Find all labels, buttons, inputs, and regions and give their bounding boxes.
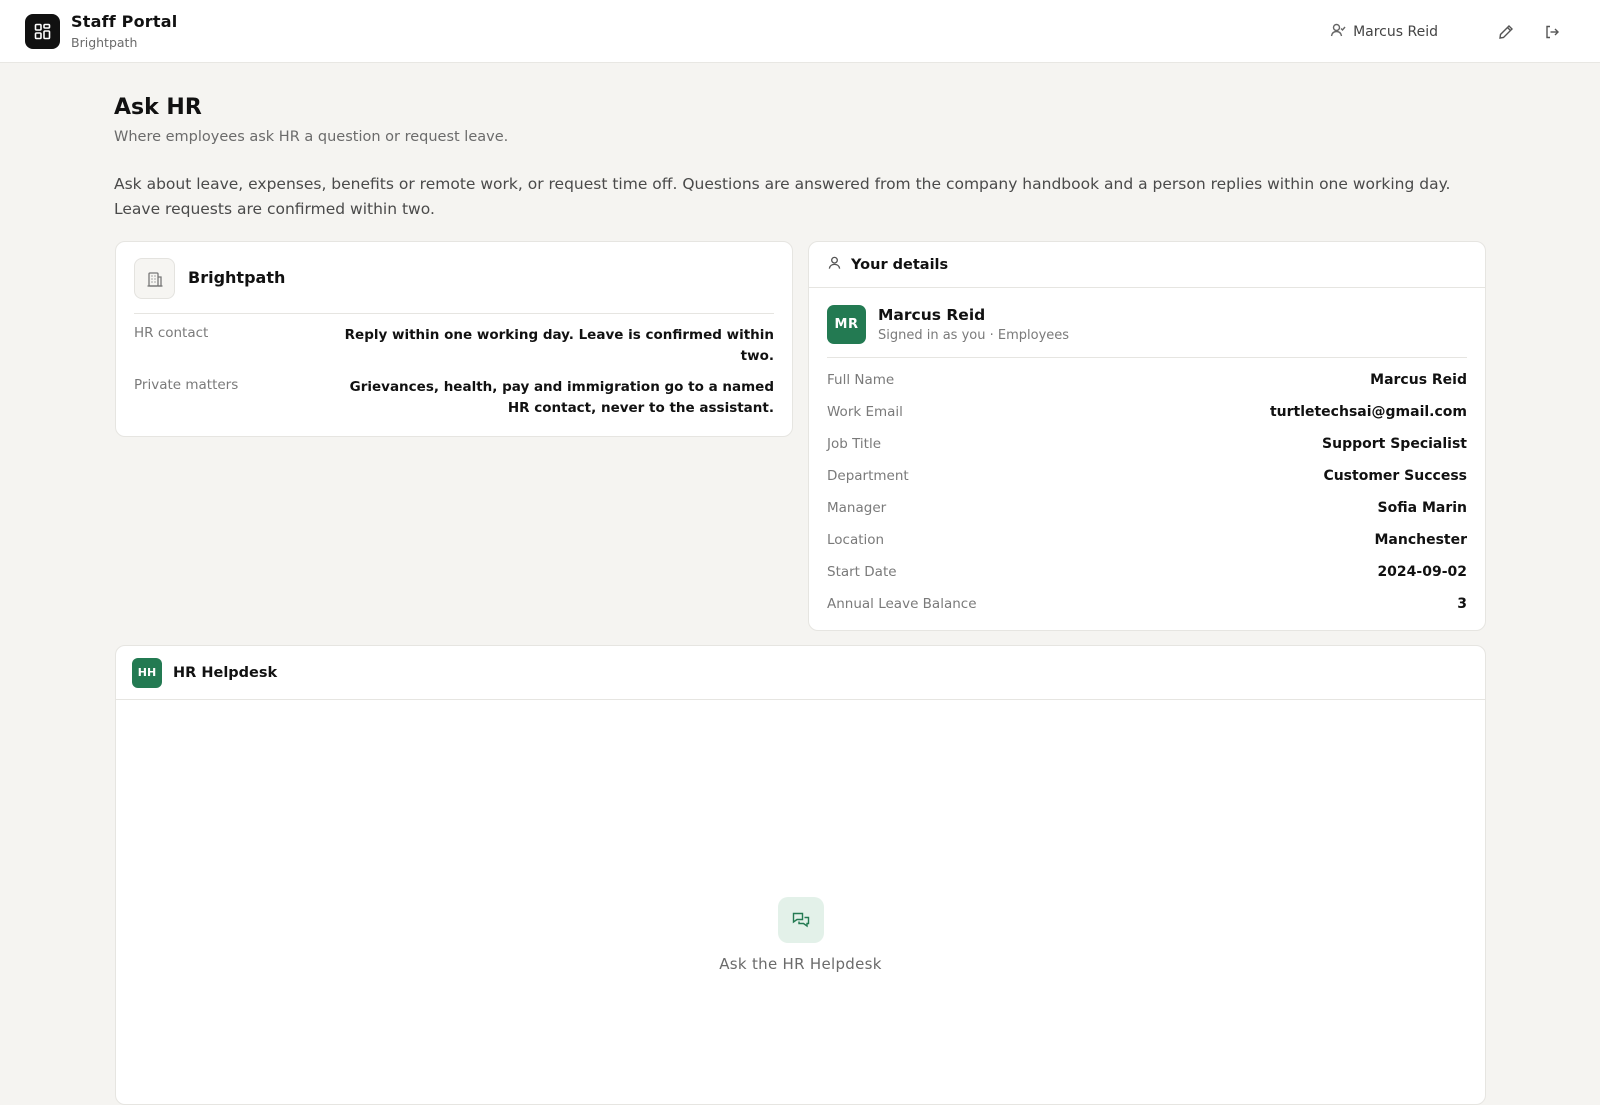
field-row-work-email: Work Email turtletechsai@gmail.com <box>827 398 1467 430</box>
field-value: Sofia Marin <box>1377 500 1467 516</box>
pencil-icon[interactable] <box>1494 20 1518 44</box>
field-row-manager: Manager Sofia Marin <box>827 494 1467 526</box>
divider <box>827 357 1467 358</box>
user-name: Marcus Reid <box>1353 24 1438 40</box>
organization-name: Brightpath <box>188 268 286 287</box>
empty-state-label: Ask the HR Helpdesk <box>719 955 882 973</box>
profile-name: Marcus Reid <box>878 306 986 324</box>
field-value: 2024-09-02 <box>1377 564 1467 580</box>
field-value: Support Specialist <box>1322 436 1467 452</box>
field-label: Department <box>827 468 909 484</box>
hr-helpdesk-panel: HH HR Helpdesk Ask the HR Helpdesk <box>115 645 1486 1105</box>
field-value: 3 <box>1457 596 1467 612</box>
field-row-full-name: Full Name Marcus Reid <box>827 366 1467 398</box>
user-icon <box>1330 22 1346 42</box>
field-label: Manager <box>827 500 887 516</box>
grid-icon[interactable] <box>25 14 60 49</box>
logout-icon[interactable] <box>1540 20 1564 44</box>
helpdesk-empty-state[interactable]: Ask the HR Helpdesk <box>116 897 1485 973</box>
field-label: Job Title <box>827 436 882 452</box>
field-label: Start Date <box>827 564 897 580</box>
info-label: HR contact <box>134 325 209 341</box>
field-label: Full Name <box>827 372 895 388</box>
field-value: Marcus Reid <box>1370 372 1467 388</box>
helpdesk-badge: HH <box>132 657 162 688</box>
info-label: Private matters <box>134 377 239 393</box>
profile-meta: Signed in as you · Employees <box>878 328 1070 343</box>
helpdesk-header: HH HR Helpdesk <box>116 646 1485 700</box>
field-label: Work Email <box>827 404 903 420</box>
field-label: Location <box>827 532 885 548</box>
chat-bubbles-icon[interactable] <box>777 897 824 943</box>
helpdesk-title: HR Helpdesk <box>173 664 278 681</box>
details-header: Your details <box>809 242 1485 288</box>
page-subtitle: Where employees ask HR a question or req… <box>114 129 509 145</box>
user-icon <box>827 255 842 274</box>
field-row-annual-leave-balance: Annual Leave Balance 3 <box>827 590 1467 622</box>
field-row-start-date: Start Date 2024-09-02 <box>827 558 1467 590</box>
field-label: Annual Leave Balance <box>827 596 977 612</box>
app-title: Staff Portal <box>71 12 178 31</box>
user-menu[interactable]: Marcus Reid <box>1330 21 1438 43</box>
top-bar: Staff Portal Brightpath Marcus Reid <box>0 0 1600 63</box>
avatar: MR <box>827 305 866 344</box>
organization-card: Brightpath HR contact Reply within one w… <box>115 241 793 437</box>
field-value: Manchester <box>1374 532 1467 548</box>
divider <box>134 313 774 314</box>
field-row-location: Location Manchester <box>827 526 1467 558</box>
field-row-department: Department Customer Success <box>827 462 1467 494</box>
details-title: Your details <box>851 256 949 273</box>
page-intro: Ask about leave, expenses, benefits or r… <box>114 175 1451 218</box>
field-row-job-title: Job Title Support Specialist <box>827 430 1467 462</box>
field-value: turtletechsai@gmail.com <box>1269 404 1467 420</box>
info-value: Grievances, health, pay and immigration … <box>349 379 774 416</box>
your-details-card: Your details MR Marcus Reid Signed in as… <box>808 241 1486 631</box>
details-field-list: Full Name Marcus Reid Work Email turtlet… <box>827 366 1467 622</box>
app-subtitle: Brightpath <box>71 35 138 50</box>
info-value: Reply within one working day. Leave is c… <box>344 327 774 364</box>
field-value: Customer Success <box>1323 468 1467 484</box>
page-title: Ask HR <box>114 95 202 120</box>
building-icon <box>134 258 175 299</box>
